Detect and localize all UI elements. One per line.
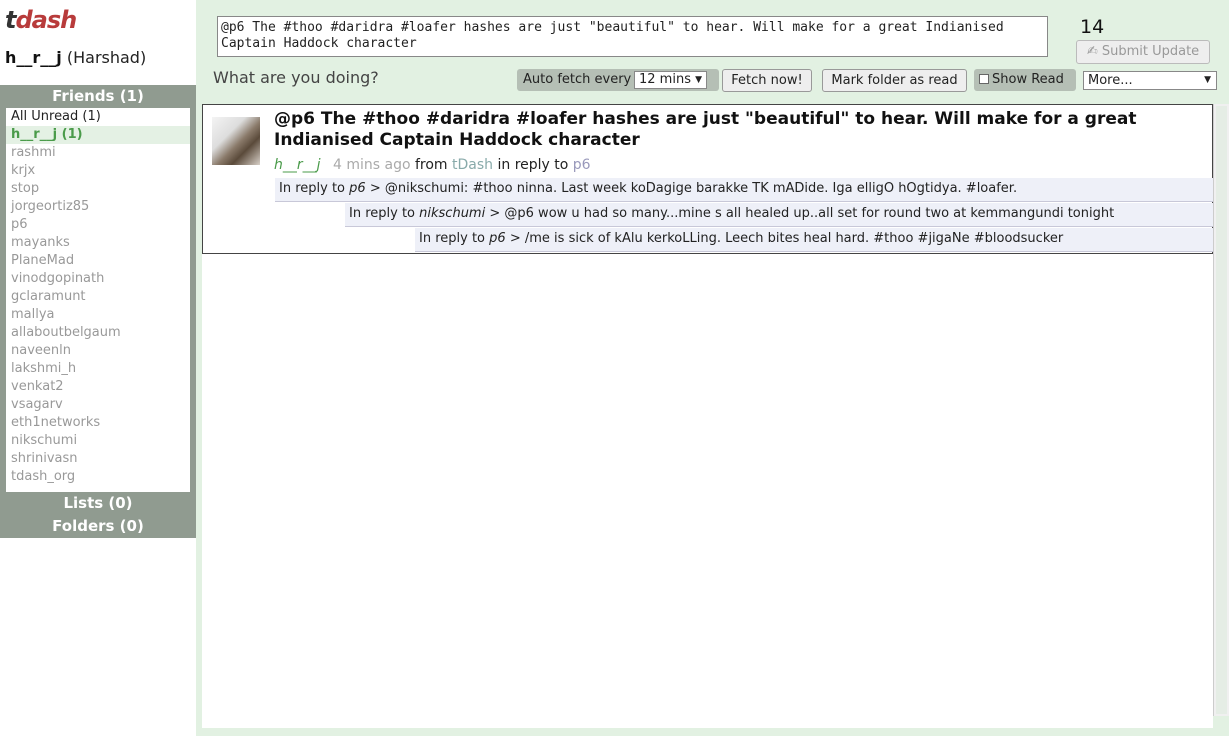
sidebar-item-naveenln[interactable]: naveenln	[6, 342, 190, 360]
sidebar-item-mallya[interactable]: mallya	[6, 306, 190, 324]
sidebar-item-eth1networks[interactable]: eth1networks	[6, 414, 190, 432]
fetch-now-button[interactable]: Fetch now!	[722, 69, 812, 92]
sidebar-item-h-r-j[interactable]: h__r__j (1)	[6, 126, 190, 144]
tweet-author-link[interactable]: h__r__j	[274, 157, 321, 173]
logo-text-t: t	[5, 6, 17, 34]
sidebar-item-krjx[interactable]: krjx	[6, 162, 190, 180]
timeline: @p6 The #thoo #daridra #loafer hashes ar…	[202, 104, 1214, 728]
scrollbar-track[interactable]	[1216, 106, 1227, 714]
reply-user-link[interactable]: p6	[349, 181, 366, 196]
app-logo[interactable]: tdash	[5, 5, 77, 35]
sidebar-item-jorgeortiz85[interactable]: jorgeortiz85	[6, 198, 190, 216]
reply-separator: >	[369, 181, 381, 196]
reply-context-row: In reply to p6 > /me is sick of kAlu ker…	[415, 228, 1214, 252]
more-select-value: More...	[1088, 73, 1133, 88]
show-read-toggle[interactable]: Show Read	[974, 69, 1076, 91]
reply-prefix: In reply to	[349, 206, 416, 221]
tweet-reply-to-link[interactable]: p6	[573, 157, 591, 173]
sidebar-item-vsagarv[interactable]: vsagarv	[6, 396, 190, 414]
reply-text: @nikschumi: #thoo ninna. Last week koDag…	[384, 181, 1018, 196]
sidebar-item-planemad[interactable]: PlaneMad	[6, 252, 190, 270]
bottom-strip	[202, 728, 1229, 736]
user-handle: h__r__j	[5, 48, 62, 67]
tweet-text: @p6 The #thoo #daridra #loafer hashes ar…	[274, 109, 1137, 150]
tweet-time-link[interactable]: 4 mins ago	[333, 157, 411, 173]
more-select[interactable]: More... ▼	[1083, 71, 1217, 90]
status-input[interactable]: @p6 The #thoo #daridra #loafer hashes ar…	[217, 16, 1048, 57]
reply-separator: >	[509, 231, 521, 246]
reply-prefix: In reply to	[419, 231, 486, 246]
sidebar-item-gclaramunt[interactable]: gclaramunt	[6, 288, 190, 306]
folders-header[interactable]: Folders (0)	[0, 515, 196, 538]
sidebar-item-rashmi[interactable]: rashmi	[6, 144, 190, 162]
tweet-in-reply-label: in reply to	[497, 157, 569, 173]
current-user: h__r__j (Harshad)	[5, 48, 146, 67]
reply-context-row: In reply to nikschumi > @p6 wow u had so…	[345, 203, 1214, 227]
sidebar-item-all-unread[interactable]: All Unread (1)	[6, 108, 190, 126]
user-name: (Harshad)	[66, 48, 147, 67]
sidebar-item-lakshmi-h[interactable]: lakshmi_h	[6, 360, 190, 378]
sidebar-item-mayanks[interactable]: mayanks	[6, 234, 190, 252]
reply-text: /me is sick of kAlu kerkoLLing. Leech bi…	[524, 231, 1064, 246]
sidebar-item-nikschumi[interactable]: nikschumi	[6, 432, 190, 450]
sidebar-item-p6[interactable]: p6	[6, 216, 190, 234]
tweet-meta: h__r__j 4 mins ago from tDash in reply t…	[274, 157, 591, 173]
auto-fetch-label: Auto fetch every	[523, 72, 632, 87]
reply-prefix: In reply to	[279, 181, 346, 196]
sidebar: tdash h__r__j (Harshad) Friends (1) All …	[0, 0, 196, 736]
tweet-item: @p6 The #thoo #daridra #loafer hashes ar…	[202, 104, 1214, 254]
sidebar-item-stop[interactable]: stop	[6, 180, 190, 198]
sidebar-item-allaboutbelgaum[interactable]: allaboutbelgaum	[6, 324, 190, 342]
friends-header[interactable]: Friends (1)	[0, 85, 196, 108]
sidebar-item-vinodgopinath[interactable]: vinodgopinath	[6, 270, 190, 288]
lists-header[interactable]: Lists (0)	[0, 492, 196, 515]
friends-list: All Unread (1) h__r__j (1) rashmi krjx s…	[6, 108, 190, 492]
fetch-interval-value: 12 mins	[639, 72, 691, 87]
tweet-source-link[interactable]: tDash	[452, 157, 493, 173]
status-prompt: What are you doing?	[213, 68, 379, 87]
friends-panel: All Unread (1) h__r__j (1) rashmi krjx s…	[0, 108, 196, 492]
mark-folder-read-button[interactable]: Mark folder as read	[822, 69, 967, 92]
sidebar-item-venkat2[interactable]: venkat2	[6, 378, 190, 396]
sidebar-item-tdash-org[interactable]: tdash_org	[6, 468, 190, 486]
avatar[interactable]	[212, 117, 260, 165]
logo-text-dash: dash	[15, 6, 77, 34]
fetch-interval-select[interactable]: 12 mins ▼	[634, 71, 707, 89]
reply-separator: >	[489, 206, 501, 221]
char-count: 14	[1080, 16, 1105, 38]
reply-user-link[interactable]: p6	[489, 231, 506, 246]
show-read-label: Show Read	[992, 72, 1064, 87]
timeline-scrollbar[interactable]	[1213, 104, 1229, 716]
sidebar-item-shrinivasn[interactable]: shrinivasn	[6, 450, 190, 468]
submit-update-button[interactable]: ✍ Submit Update	[1076, 40, 1210, 64]
chevron-down-icon: ▼	[695, 75, 702, 85]
reply-user-link[interactable]: nikschumi	[419, 206, 485, 221]
tweet-from-label: from	[414, 157, 448, 173]
chevron-down-icon: ▼	[1204, 75, 1211, 85]
reply-text: @p6 wow u had so many...mine s all heale…	[504, 206, 1115, 221]
reply-context-row: In reply to p6 > @nikschumi: #thoo ninna…	[275, 178, 1214, 202]
show-read-checkbox[interactable]	[979, 74, 989, 84]
